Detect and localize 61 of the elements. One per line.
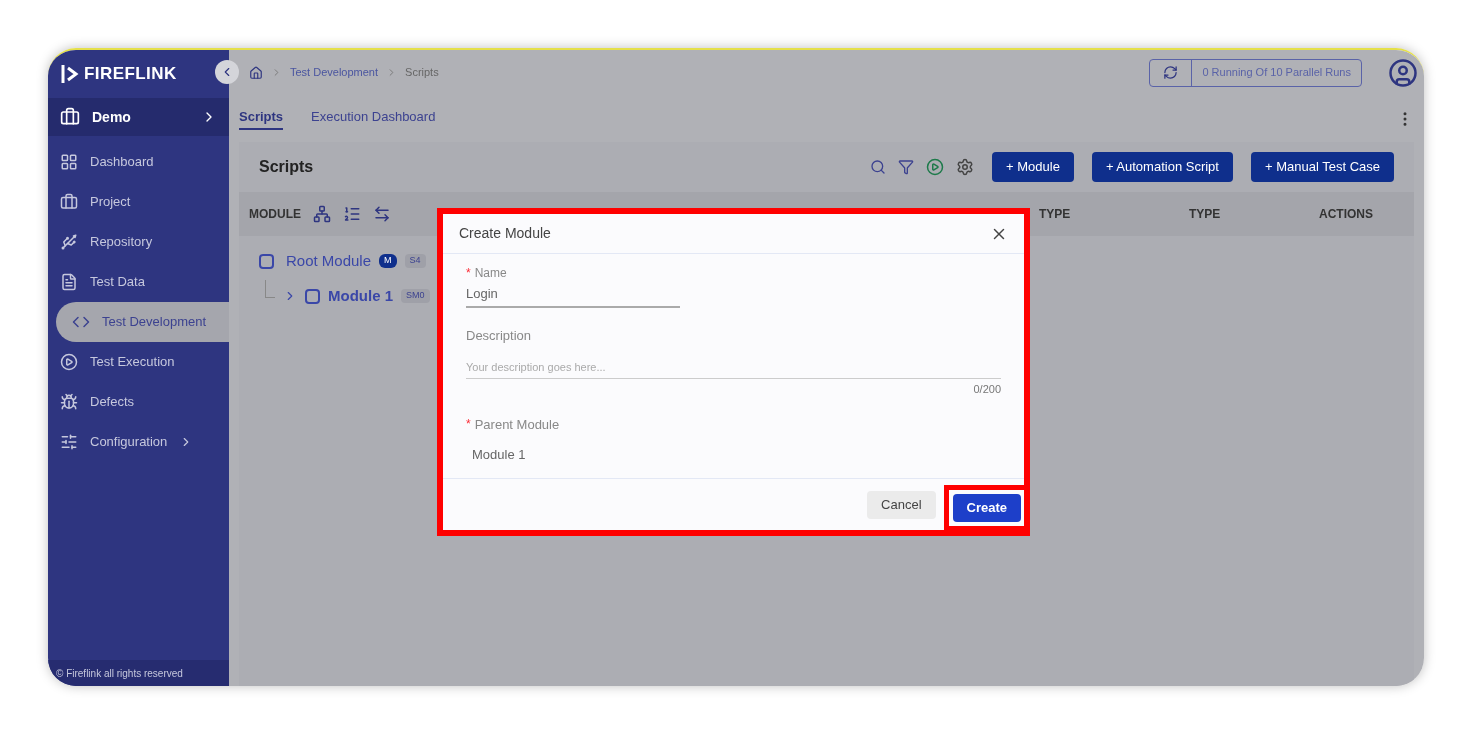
add-button[interactable]: + Manual Test Case	[1250, 152, 1394, 182]
logo: FIREFLINK	[84, 63, 177, 86]
project-selector[interactable]: Demo	[48, 98, 229, 136]
home-icon[interactable]	[249, 65, 263, 80]
sidebar-item[interactable]: Defects	[48, 382, 229, 422]
sidebar-item[interactable]: Project	[48, 182, 229, 222]
bug-icon	[60, 393, 78, 411]
cancel-button[interactable]: Cancel	[867, 490, 936, 519]
play-icon	[60, 353, 78, 371]
usb-icon	[60, 233, 78, 251]
swap-icon[interactable]	[373, 205, 391, 223]
logo-icon	[60, 63, 80, 85]
module-badge: M	[379, 254, 397, 268]
search-icon[interactable]	[870, 159, 887, 175]
add-button[interactable]: + Module	[992, 152, 1074, 182]
create-button[interactable]: Create	[952, 493, 1021, 522]
sidebar-item[interactable]: Repository	[48, 222, 229, 262]
module-badge: S4	[404, 254, 426, 268]
sidebar-item[interactable]: Test Execution	[48, 342, 229, 382]
module-name[interactable]: Module 1	[328, 284, 393, 308]
required-mark: *	[466, 265, 471, 282]
grid-icon	[60, 153, 78, 171]
play-icon[interactable]	[926, 158, 945, 176]
add-button[interactable]: + Automation Script	[1091, 152, 1233, 182]
field-label: Description	[466, 326, 532, 345]
user-avatar-icon[interactable]	[1388, 57, 1418, 88]
parent-module-value[interactable]: Module 1	[472, 446, 526, 462]
column-header: TYPE	[1189, 206, 1222, 223]
sort-icon[interactable]	[343, 205, 361, 223]
settings-icon[interactable]	[956, 158, 975, 176]
description-field[interactable]: Your description goes here...	[466, 357, 1001, 379]
briefcase-icon	[60, 193, 78, 211]
checkbox[interactable]	[305, 288, 320, 304]
name-field[interactable]: Login	[466, 282, 680, 308]
column-header: MODULE	[249, 206, 301, 223]
sidebar-footer: © Fireflink all rights reserved	[48, 660, 229, 686]
column-header: TYPE	[1039, 206, 1072, 223]
checkbox[interactable]	[259, 253, 274, 269]
collapse-button[interactable]	[215, 60, 239, 84]
refresh-icon	[1163, 65, 1179, 80]
sidebar-item[interactable]: Configuration	[48, 422, 229, 462]
tab[interactable]: Scripts	[239, 106, 284, 131]
document-icon	[60, 273, 78, 291]
field-label: Parent Module	[474, 416, 560, 434]
column-header: ACTIONS	[1319, 206, 1373, 223]
sidebar-item[interactable]: Test Development	[56, 302, 229, 342]
module-badge: SM0	[401, 289, 430, 303]
character-counter: 0/200	[973, 381, 1001, 397]
parallel-runs-text: 0 Running Of 10 Parallel Runs	[1201, 65, 1352, 81]
filter-icon[interactable]	[898, 159, 915, 175]
briefcase-icon	[60, 107, 80, 127]
page-title: Scripts	[259, 157, 315, 177]
sliders-icon	[60, 433, 78, 451]
hierarchy-icon[interactable]	[313, 205, 331, 223]
dialog-title: Create Module	[459, 224, 551, 243]
tab[interactable]: Execution Dashboard	[311, 106, 436, 131]
sidebar-item[interactable]: Dashboard	[48, 142, 229, 182]
required-mark: *	[466, 416, 471, 433]
module-name[interactable]: Root Module	[286, 249, 372, 273]
field-label: Name	[474, 265, 507, 282]
sidebar-item[interactable]: Test Data	[48, 262, 229, 302]
